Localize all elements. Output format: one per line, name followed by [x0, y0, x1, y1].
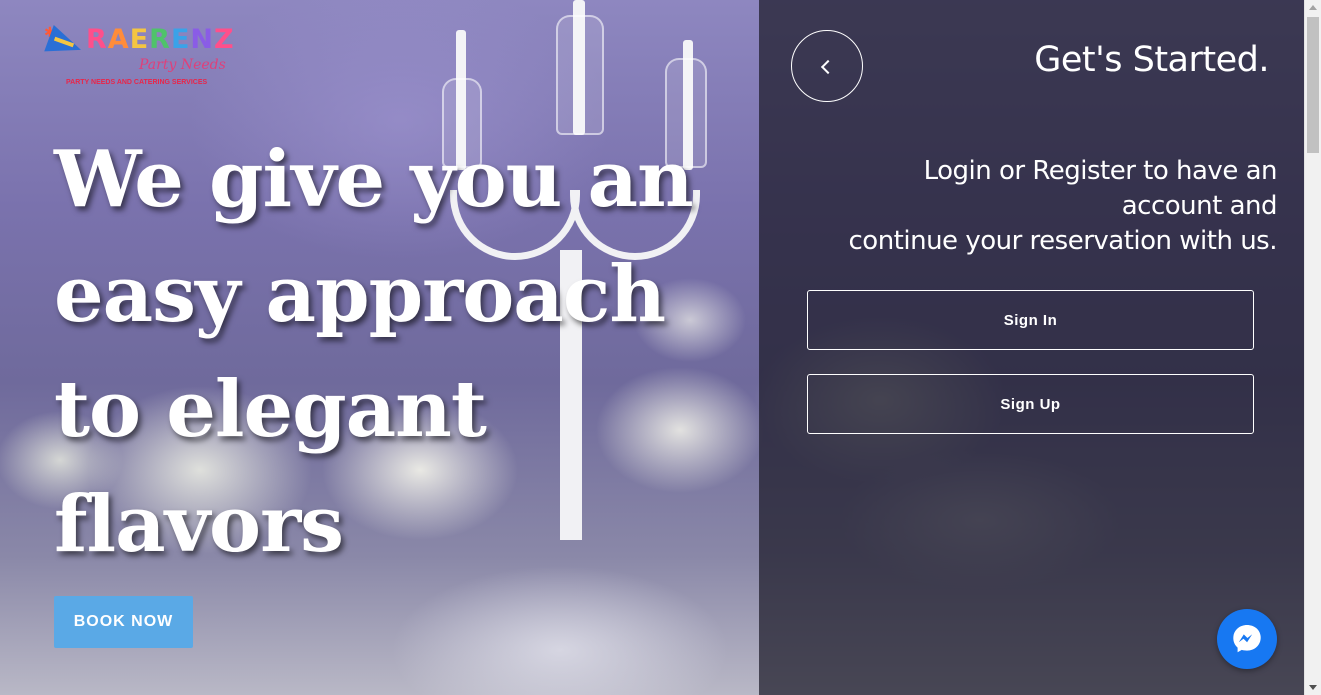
hero-headline: We give you an easy approach to elegant …: [54, 134, 694, 570]
sign-in-button[interactable]: Sign In: [807, 290, 1254, 350]
messenger-icon: [1233, 625, 1261, 653]
brand-letter: R: [86, 24, 108, 55]
brand-logo[interactable]: ✱ RAERENZ Party Needs PARTY NEEDS AND CA…: [44, 24, 234, 94]
panel-subtitle: Login or Register to have an account and…: [797, 154, 1278, 259]
messenger-chat-button[interactable]: [1217, 609, 1277, 669]
scroll-down-icon[interactable]: [1309, 685, 1317, 690]
hurricane-glass: [556, 15, 604, 135]
panel-title: Get's Started.: [1034, 40, 1269, 80]
brand-letter: Z: [214, 24, 235, 55]
brand-letter: E: [170, 24, 191, 55]
brand-letter: E: [129, 24, 150, 55]
scroll-thumb[interactable]: [1307, 17, 1319, 153]
back-button[interactable]: [791, 30, 863, 102]
panel-subtitle-line: Login or Register to have an: [923, 156, 1278, 186]
brand-letter: R: [149, 24, 171, 55]
panel-subtitle-line: continue your reservation with us.: [848, 226, 1278, 256]
vertical-scrollbar[interactable]: [1304, 0, 1321, 695]
brand-wordmark: RAERENZ: [86, 24, 235, 55]
sign-up-button[interactable]: Sign Up: [807, 374, 1254, 434]
brand-letter: N: [190, 24, 215, 55]
brand-subtitle: Party Needs: [139, 57, 226, 73]
book-now-button[interactable]: BOOK NOW: [54, 596, 193, 648]
brand-tagline: PARTY NEEDS AND CATERING SERVICES: [66, 79, 208, 86]
brand-letter: A: [107, 24, 130, 55]
scroll-up-icon[interactable]: [1309, 5, 1317, 10]
chevron-left-icon: [820, 59, 836, 75]
panel-subtitle-line: account and: [1121, 191, 1278, 221]
